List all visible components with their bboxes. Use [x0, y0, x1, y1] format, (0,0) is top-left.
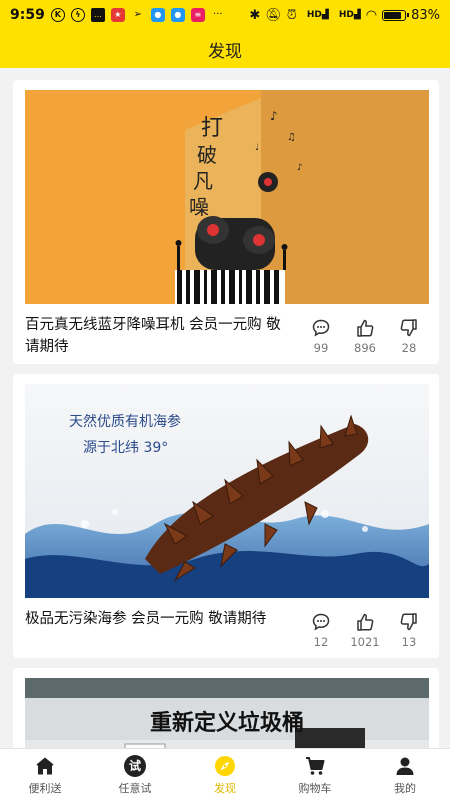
- message-icon: …: [90, 8, 105, 22]
- blue-app-icon-2: ●: [170, 8, 185, 22]
- try-icon: 试: [124, 754, 146, 777]
- thumbs-up-icon: [357, 613, 374, 631]
- earbuds-headline-2: 破: [197, 143, 217, 167]
- earbuds-headline-4: 噪: [189, 195, 209, 219]
- nav-label-profile: 我的: [394, 781, 416, 795]
- sea-cucumber-image[interactable]: 天然优质有机海参 源于北纬 39°: [25, 384, 429, 598]
- discover-feed[interactable]: ♪ ♫ ♩ ♪ 打 破 凡 噪 百元真无线蓝牙降噪耳机 会员一元购 敬请期待 9…: [0, 68, 450, 748]
- dislike-stat[interactable]: 13: [387, 612, 431, 649]
- thumbs-up-icon: [357, 319, 374, 337]
- comment-icon: [312, 613, 330, 631]
- nav-item-cart[interactable]: 购物车: [270, 749, 360, 801]
- home-icon: [36, 757, 54, 774]
- status-time: 9:59: [10, 7, 45, 23]
- comment-stat[interactable]: 12: [299, 612, 343, 649]
- feed-card-sea-cucumber[interactable]: 天然优质有机海参 源于北纬 39° 极品无污染海参 会员一元购 敬请期待 12 …: [13, 374, 439, 658]
- nav-label-cart: 购物车: [298, 781, 332, 795]
- trash-can-image[interactable]: 重新定义垃圾桶: [25, 678, 429, 748]
- mute-icon: 🔕︎: [265, 7, 282, 23]
- comment-count: 12: [313, 635, 329, 649]
- dislike-count: 28: [401, 341, 417, 355]
- red-app-icon: ★: [110, 8, 125, 22]
- signal-1-icon: HD▟: [306, 10, 329, 20]
- svg-text:♩: ♩: [255, 143, 259, 153]
- cart-icon: [306, 756, 325, 775]
- k-app-icon: K: [50, 8, 65, 22]
- battery-percent: 83%: [411, 7, 440, 23]
- nav-label-discover: 发现: [214, 781, 236, 795]
- like-stat[interactable]: 1021: [343, 612, 387, 649]
- comment-icon: [312, 319, 330, 337]
- card-title[interactable]: 极品无污染海参 会员一元购 敬请期待: [25, 608, 295, 630]
- status-right: ✱ 🔕︎ ⏰︎ HD▟ HD▟ ◠ 83%: [244, 8, 440, 23]
- svg-text:♪: ♪: [270, 109, 278, 123]
- more-icon: ···: [213, 9, 223, 20]
- comment-count: 99: [313, 341, 329, 355]
- page-header: 发现: [0, 30, 450, 68]
- comment-stat[interactable]: 99: [299, 318, 343, 355]
- page-title: 发现: [208, 41, 242, 62]
- svg-text:♪: ♪: [297, 163, 303, 173]
- signal-2-icon: HD▟: [338, 10, 361, 20]
- svg-text:♫: ♫: [287, 132, 296, 143]
- battery-icon: [382, 9, 410, 21]
- like-count: 1021: [350, 635, 380, 649]
- feed-card-trash-can[interactable]: 重新定义垃圾桶: [13, 668, 439, 748]
- sea-cucumber-tagline: 天然优质有机海参: [69, 413, 181, 430]
- nav-item-discover[interactable]: 发现: [180, 749, 270, 801]
- trash-can-headline: 重新定义垃圾桶: [150, 710, 304, 736]
- alarm-icon: ⏰︎: [286, 7, 297, 23]
- earbuds-headline-3: 凡: [193, 169, 213, 193]
- wifi-icon: ◠: [365, 7, 378, 23]
- bolt-app-icon: ϟ: [70, 8, 85, 22]
- like-stat[interactable]: 896: [343, 318, 387, 355]
- signal-2-label: HD: [338, 10, 354, 20]
- sea-cucumber-origin: 源于北纬 39°: [83, 440, 168, 456]
- card-stats: 99 896 28: [299, 318, 431, 355]
- status-bar: 9:59 K ϟ … ★ ➢ ● ● ≡ ··· ✱ 🔕︎ ⏰︎ HD▟ HD▟…: [0, 0, 450, 30]
- nav-label-try: 任意试: [118, 781, 152, 795]
- nav-item-profile[interactable]: 我的: [360, 749, 450, 801]
- nav-item-try[interactable]: 试 任意试: [90, 749, 180, 801]
- bottom-nav: 便利送 试 任意试 发现 购物车 我的: [0, 748, 450, 801]
- card-stats: 12 1021 13: [299, 612, 431, 649]
- try-glyph: 试: [128, 759, 141, 773]
- earbuds-image[interactable]: ♪ ♫ ♩ ♪ 打 破 凡 噪: [25, 90, 429, 304]
- card-title[interactable]: 百元真无线蓝牙降噪耳机 会员一元购 敬请期待: [25, 314, 295, 358]
- bluetooth-icon: ✱: [249, 7, 261, 23]
- signal-1-label: HD: [306, 10, 322, 20]
- earbuds-headline-1: 打: [201, 116, 223, 141]
- thumbs-down-icon: [400, 319, 417, 337]
- nav-item-home[interactable]: 便利送: [0, 749, 90, 801]
- thumbs-down-icon: [400, 613, 417, 631]
- discover-icon: [215, 755, 235, 776]
- send-icon: ➢: [133, 9, 143, 20]
- nav-label-home: 便利送: [28, 781, 62, 795]
- like-count: 896: [354, 341, 376, 355]
- blue-app-icon: ●: [150, 8, 165, 22]
- dislike-count: 13: [401, 635, 417, 649]
- feed-card-earbuds[interactable]: ♪ ♫ ♩ ♪ 打 破 凡 噪 百元真无线蓝牙降噪耳机 会员一元购 敬请期待 9…: [13, 80, 439, 364]
- profile-icon: [396, 757, 414, 775]
- dislike-stat[interactable]: 28: [387, 318, 431, 355]
- pink-app-icon: ≡: [190, 8, 205, 22]
